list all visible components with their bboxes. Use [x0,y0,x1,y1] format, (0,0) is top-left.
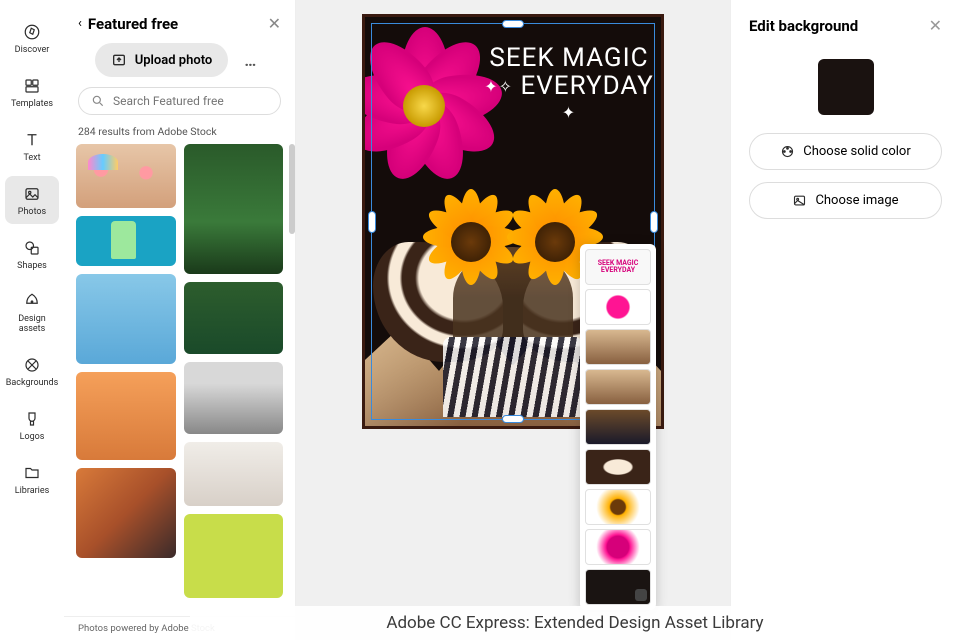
backgrounds-icon [22,355,42,375]
more-options-button[interactable]: … [236,46,264,74]
rail-item-photos[interactable]: Photos [5,176,59,224]
text-icon [22,130,42,150]
panel-header: ‹ Featured free ✕ [64,0,295,43]
photo-thumb[interactable] [184,514,284,598]
rail-label: Shapes [17,262,47,272]
choose-solid-label: Choose solid color [803,144,910,159]
rail-item-design-assets[interactable]: Design assets [5,283,59,341]
headline-line-2: EVERYDAY [520,71,653,101]
rail-label: Design assets [5,315,59,335]
sparkle-icon: ✦✧ [484,77,513,96]
layer-thumb-text[interactable]: SEEK MAGICEVERYDAY [585,249,651,285]
upload-icon [111,52,127,68]
image-icon [792,193,807,208]
photo-grid [76,144,283,598]
background-color-swatch[interactable] [818,59,874,115]
rail-item-discover[interactable]: Discover [5,14,59,62]
close-prop-panel-icon[interactable]: ✕ [929,16,942,35]
photos-icon [22,184,42,204]
caption-bar: Adobe CC Express: Extended Design Asset … [190,606,960,640]
rail-label: Libraries [15,487,50,497]
shapes-icon [22,238,42,258]
search-icon [91,94,105,108]
upload-photo-label: Upload photo [135,53,213,68]
layer-thumb[interactable] [585,409,651,445]
photo-thumb[interactable] [184,442,284,506]
scrollbar-thumb[interactable] [289,144,295,234]
back-chevron-icon[interactable]: ‹ [78,16,82,31]
templates-icon [22,76,42,96]
artboard-wrapper: SEEK MAGIC ✦✧ EVERYDAY ✦ SEEK MAGICEVERY… [362,14,664,429]
resize-handle-left[interactable] [368,211,376,233]
rail-item-libraries[interactable]: Libraries [5,455,59,503]
color-picker-icon [780,144,795,159]
prop-panel-title: Edit background [749,17,929,35]
compass-icon [22,22,42,42]
rail-label: Text [23,154,40,164]
photo-thumb[interactable] [184,362,284,434]
rail-label: Templates [11,100,53,110]
rail-label: Backgrounds [6,379,59,389]
logos-icon [22,409,42,429]
headline-line-1: SEEK MAGIC [477,45,661,71]
headline-text[interactable]: SEEK MAGIC ✦✧ EVERYDAY ✦ [477,45,661,125]
results-count-label: 284 results from Adobe Stock [64,123,295,144]
rail-item-text[interactable]: Text [5,122,59,170]
photo-thumb[interactable] [184,144,284,274]
photo-thumb[interactable] [76,372,176,460]
panel-title: Featured free [88,15,262,33]
choose-solid-color-button[interactable]: Choose solid color [749,133,942,170]
choose-image-label: Choose image [815,193,898,208]
close-panel-icon[interactable]: ✕ [268,14,281,33]
design-assets-icon [22,291,42,311]
rail-item-templates[interactable]: Templates [5,68,59,116]
photo-thumb[interactable] [184,282,284,354]
rail-item-logos[interactable]: Logos [5,401,59,449]
layer-thumb[interactable] [585,489,651,525]
layer-thumb[interactable] [585,329,651,365]
layer-thumb[interactable] [585,369,651,405]
canvas-area: SEEK MAGIC ✦✧ EVERYDAY ✦ SEEK MAGICEVERY… [296,0,730,640]
sparkle-icon: ✦ [562,103,576,122]
rail-label: Discover [15,46,50,56]
layer-thumb[interactable] [585,449,651,485]
upload-photo-button[interactable]: Upload photo [95,43,229,77]
rail-item-shapes[interactable]: Shapes [5,230,59,278]
rail-label: Logos [20,433,45,443]
search-field[interactable] [78,87,281,115]
search-input[interactable] [113,94,269,108]
photo-thumb[interactable] [76,144,176,208]
libraries-icon [22,463,42,483]
layer-thumb[interactable] [585,529,651,565]
edit-background-panel: Edit background ✕ Choose solid color Cho… [730,0,960,640]
choose-image-button[interactable]: Choose image [749,182,942,219]
left-nav-rail: Discover Templates Text Photos Shapes De… [0,0,64,640]
photo-thumb[interactable] [76,274,176,364]
rail-item-backgrounds[interactable]: Backgrounds [5,347,59,395]
photo-thumb[interactable] [76,216,176,266]
resize-handle-right[interactable] [650,211,658,233]
photo-thumb[interactable] [76,468,176,558]
rail-label: Photos [18,208,46,218]
caption-text: Adobe CC Express: Extended Design Asset … [386,613,763,633]
layer-thumb[interactable] [585,289,651,325]
layers-strip[interactable]: SEEK MAGICEVERYDAY [580,244,656,610]
scrollbar-track [289,144,295,616]
layer-thumb-background[interactable] [585,569,651,605]
featured-free-panel: ‹ Featured free ✕ Upload photo … 284 res… [64,0,296,640]
